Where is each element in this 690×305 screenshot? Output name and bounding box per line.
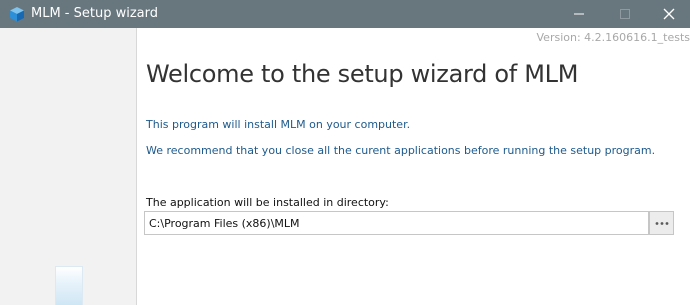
title-bar[interactable]: MLM - Setup wizard (0, 0, 690, 28)
install-directory-input[interactable] (144, 211, 649, 235)
cube-icon (10, 7, 24, 22)
info-text-recommend: We recommend that you close all the cure… (146, 144, 656, 157)
close-button[interactable] (646, 0, 690, 28)
sidebar (0, 28, 137, 305)
window-title: MLM - Setup wizard (31, 6, 159, 21)
info-text-install: This program will install MLM on your co… (146, 118, 411, 131)
ellipsis-icon (655, 222, 669, 225)
minimize-icon (574, 13, 584, 15)
maximize-icon (620, 9, 630, 19)
install-directory-label: The application will be installed in dir… (146, 196, 389, 209)
page-title: Welcome to the setup wizard of MLM (146, 60, 579, 88)
version-label: Version: 4.2.160616.1_tests (536, 31, 690, 44)
step-progress-bar (55, 266, 83, 305)
maximize-button[interactable] (602, 0, 648, 28)
browse-button[interactable] (649, 211, 674, 235)
close-icon (663, 8, 675, 20)
minimize-button[interactable] (556, 0, 602, 28)
